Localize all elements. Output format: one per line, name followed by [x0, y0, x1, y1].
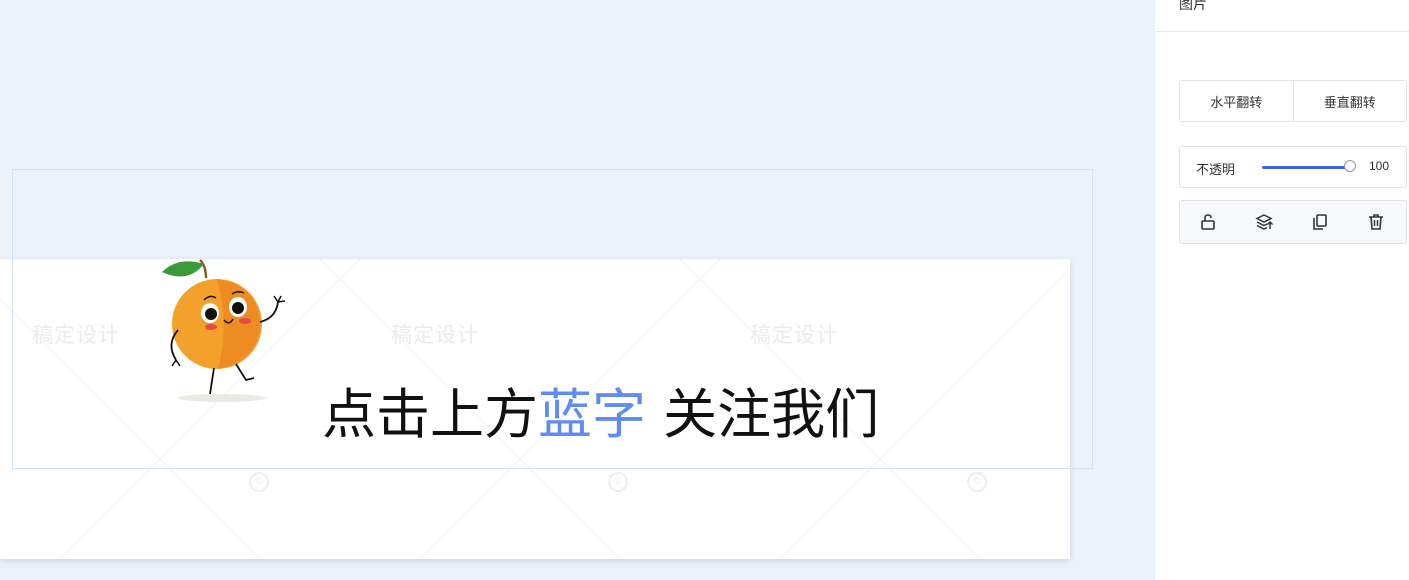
opacity-slider-track[interactable]: [1262, 166, 1350, 169]
unlock-icon[interactable]: [1198, 212, 1218, 232]
copyright-icon: ©: [608, 472, 628, 492]
headline-blue-text: 蓝字: [538, 383, 646, 446]
opacity-slider-thumb[interactable]: [1344, 160, 1356, 172]
opacity-label: 不透明: [1196, 162, 1236, 177]
headline-part2: 关注我们: [646, 383, 880, 446]
flip-vertical-button[interactable]: 垂直翻转: [1292, 81, 1407, 121]
flip-button-group: 水平翻转 垂直翻转: [1179, 80, 1407, 122]
watermark-3: 稿定设计: [750, 323, 838, 347]
headline-part1: 点击上方: [322, 383, 538, 446]
tool-button-row: [1179, 200, 1407, 244]
watermark-2: 稿定设计: [391, 323, 479, 347]
headline-text[interactable]: 点击上方蓝字 关注我们: [322, 383, 879, 447]
properties-panel: 图片 水平翻转 垂直翻转 不透明 100: [1155, 0, 1409, 580]
trash-icon[interactable]: [1366, 212, 1386, 232]
layer-order-icon[interactable]: [1254, 212, 1274, 232]
flip-horizontal-button[interactable]: 水平翻转: [1180, 81, 1293, 121]
panel-header: 图片: [1155, 0, 1409, 32]
copy-icon[interactable]: [1310, 212, 1330, 232]
watermark-1: 稿定设计: [32, 323, 120, 347]
panel-title: 图片: [1179, 0, 1207, 12]
opacity-value[interactable]: 100: [1369, 159, 1389, 173]
opacity-control: 不透明 100: [1179, 146, 1407, 188]
orange-mascot-image[interactable]: [158, 256, 293, 406]
copyright-icon: ©: [249, 472, 269, 492]
canvas-area[interactable]: 稿定设计 稿定设计 稿定设计 © © © 点击上方蓝字 关注我们: [0, 0, 1155, 580]
copyright-icon: ©: [967, 472, 987, 492]
